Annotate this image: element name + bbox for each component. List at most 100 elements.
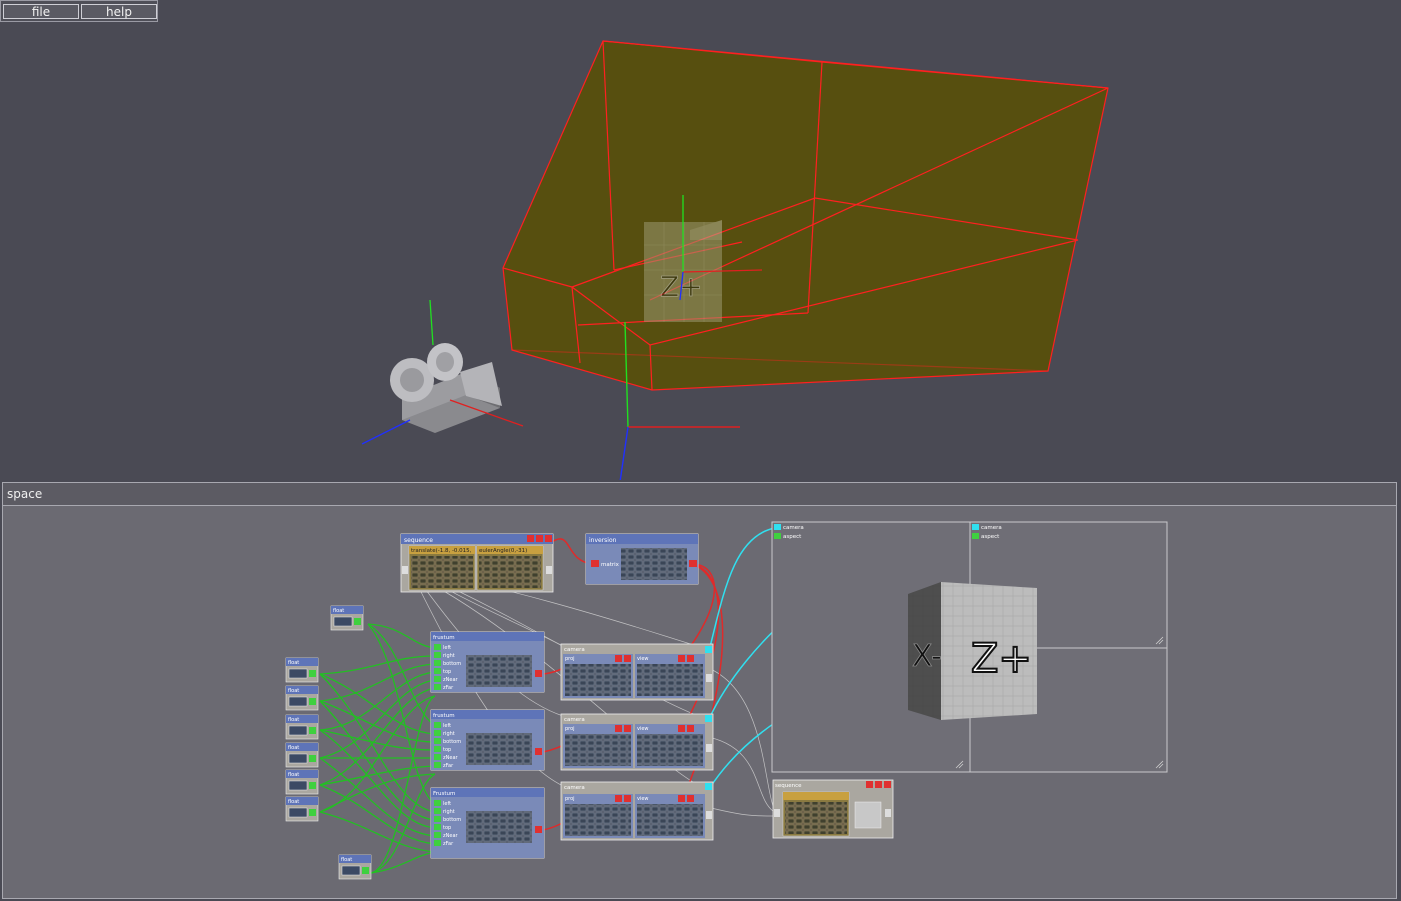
- camera-node-1[interactable]: camera proj view: [560, 643, 714, 701]
- node-close-icon: [687, 655, 694, 662]
- port-out-icon[interactable]: [706, 674, 712, 682]
- port-in-icon[interactable]: [591, 560, 599, 567]
- svg-text:camera: camera: [564, 785, 585, 791]
- port-in-icon: [434, 840, 441, 846]
- port-in-icon: [434, 808, 441, 814]
- svg-text:right: right: [443, 731, 455, 737]
- float-node[interactable]: float: [285, 657, 319, 683]
- port-in-icon[interactable]: [774, 524, 781, 530]
- space-panel: space sequence translate(-1.8, -0.015, e…: [2, 482, 1397, 899]
- port-in-icon: [615, 655, 622, 662]
- port-in-icon: [434, 754, 441, 760]
- svg-text:float: float: [288, 660, 299, 666]
- port-out-icon[interactable]: [309, 782, 316, 789]
- svg-text:right: right: [443, 809, 455, 815]
- port-in-icon: [434, 738, 441, 744]
- float-node[interactable]: float: [285, 714, 319, 740]
- matrix-port-label: matrix: [601, 562, 620, 568]
- port-out-icon[interactable]: [885, 809, 891, 817]
- port-out-icon[interactable]: [309, 670, 316, 677]
- frustum-node-3[interactable]: Frustum left right bottom top zNear zFar: [430, 787, 545, 859]
- node-close-icon[interactable]: [884, 781, 891, 788]
- port-out-icon[interactable]: [706, 744, 712, 752]
- node-minimize-icon[interactable]: [527, 535, 534, 542]
- translate-field: translate(-1.8, -0.015,: [411, 548, 472, 554]
- svg-text:bottom: bottom: [443, 661, 461, 667]
- port-out-icon[interactable]: [546, 566, 552, 574]
- port-in-icon[interactable]: [972, 524, 979, 530]
- 3d-viewport[interactable]: Z+: [0, 22, 1401, 483]
- port-in-icon: [615, 725, 622, 732]
- float-node[interactable]: float: [285, 742, 319, 768]
- port-out-icon[interactable]: [309, 809, 316, 816]
- sequence-node-bottom[interactable]: sequence: [772, 779, 894, 839]
- svg-text:bottom: bottom: [443, 739, 461, 745]
- port-out-icon[interactable]: [705, 715, 712, 722]
- node-minimize-icon[interactable]: [866, 781, 873, 788]
- port-out-icon[interactable]: [535, 748, 542, 755]
- port-in-icon: [678, 795, 685, 802]
- float-node[interactable]: float: [285, 685, 319, 711]
- node-close-icon: [624, 655, 631, 662]
- node-close-icon[interactable]: [545, 535, 552, 542]
- port-in-icon: [434, 652, 441, 658]
- help-menu-button[interactable]: help: [81, 4, 157, 19]
- svg-text:camera: camera: [783, 525, 804, 531]
- port-out-icon[interactable]: [309, 755, 316, 762]
- sequence-node-top[interactable]: sequence translate(-1.8, -0.015, eulerAn…: [400, 533, 554, 593]
- preview-frame[interactable]: camera aspect camera aspect X- Z+: [771, 521, 1168, 773]
- svg-text:float: float: [341, 857, 352, 863]
- svg-text:sequence: sequence: [775, 783, 802, 789]
- port-in-icon: [434, 746, 441, 752]
- port-in-icon: [678, 655, 685, 662]
- frustum-volume: [502, 40, 1109, 391]
- port-out-icon[interactable]: [309, 727, 316, 734]
- port-in-icon: [434, 660, 441, 666]
- port-in-icon[interactable]: [972, 533, 979, 539]
- inversion-node-title: inversion: [589, 537, 617, 544]
- space-panel-title: space: [7, 487, 43, 501]
- port-in-icon: [434, 644, 441, 650]
- scene-canvas[interactable]: Z+: [0, 22, 1401, 483]
- port-in-icon[interactable]: [402, 566, 408, 574]
- node-close-icon: [687, 795, 694, 802]
- frustum-node-2[interactable]: frustum left right bottom top zNear zFar: [430, 709, 545, 771]
- float-node[interactable]: float: [330, 605, 364, 631]
- node-close-icon[interactable]: [536, 535, 543, 542]
- svg-text:left: left: [443, 645, 451, 651]
- svg-text:camera: camera: [564, 717, 585, 723]
- port-in-icon[interactable]: [774, 533, 781, 539]
- port-out-icon[interactable]: [535, 826, 542, 833]
- port-out-icon[interactable]: [309, 698, 316, 705]
- port-out-icon[interactable]: [535, 670, 542, 677]
- camera-node-3[interactable]: camera proj view: [560, 781, 714, 841]
- port-in-icon: [434, 684, 441, 690]
- svg-text:aspect: aspect: [981, 534, 1000, 540]
- port-in-icon: [615, 795, 622, 802]
- camera-node-2[interactable]: camera proj view: [560, 713, 714, 771]
- svg-text:view: view: [637, 796, 649, 802]
- port-in-icon[interactable]: [774, 809, 780, 817]
- port-out-icon[interactable]: [354, 618, 361, 625]
- svg-text:frustum: frustum: [433, 713, 455, 719]
- inversion-node[interactable]: inversion matrix: [585, 533, 699, 585]
- node-close-icon[interactable]: [875, 781, 882, 788]
- camera-icon[interactable]: [361, 299, 524, 445]
- float-node[interactable]: float: [285, 796, 319, 822]
- file-menu-button[interactable]: file: [3, 4, 79, 19]
- port-out-icon[interactable]: [705, 646, 712, 653]
- float-node[interactable]: float: [285, 769, 319, 795]
- svg-text:float: float: [288, 745, 299, 751]
- frustum-node-1[interactable]: frustum left right bottom top zNear zFar: [430, 631, 545, 693]
- port-out-icon[interactable]: [362, 867, 369, 874]
- svg-text:proj: proj: [565, 726, 575, 732]
- svg-text:zNear: zNear: [443, 833, 459, 839]
- port-out-icon[interactable]: [706, 811, 712, 819]
- port-out-icon[interactable]: [705, 783, 712, 790]
- svg-text:float: float: [333, 608, 344, 614]
- float-node[interactable]: float: [338, 854, 372, 880]
- svg-text:aspect: aspect: [783, 534, 802, 540]
- node-graph-canvas[interactable]: sequence translate(-1.8, -0.015, eulerAn…: [3, 506, 1396, 898]
- svg-text:top: top: [443, 669, 451, 675]
- port-out-icon[interactable]: [689, 560, 697, 567]
